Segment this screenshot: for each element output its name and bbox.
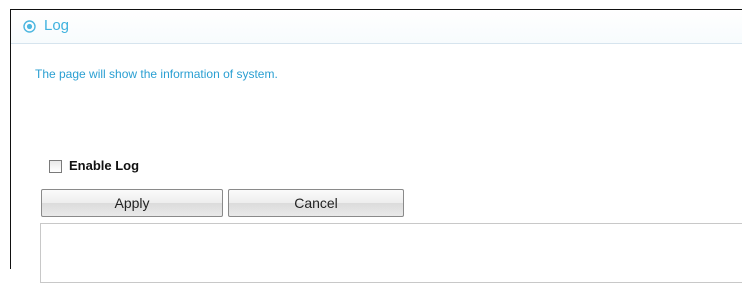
enable-log-label: Enable Log <box>69 158 140 173</box>
log-textarea[interactable] <box>40 223 742 283</box>
enable-log-checkbox[interactable] <box>49 159 62 173</box>
radio-target-icon <box>23 20 36 33</box>
cancel-button[interactable]: Cancel <box>228 189 404 217</box>
page-title: Log <box>44 17 70 34</box>
log-page-frame: Log The page will show the information o… <box>10 9 742 283</box>
page-description: The page will show the information of sy… <box>35 67 278 81</box>
enable-log-row: Enable Log <box>49 158 139 174</box>
apply-button[interactable]: Apply <box>41 189 223 217</box>
title-bar: Log <box>11 10 742 44</box>
